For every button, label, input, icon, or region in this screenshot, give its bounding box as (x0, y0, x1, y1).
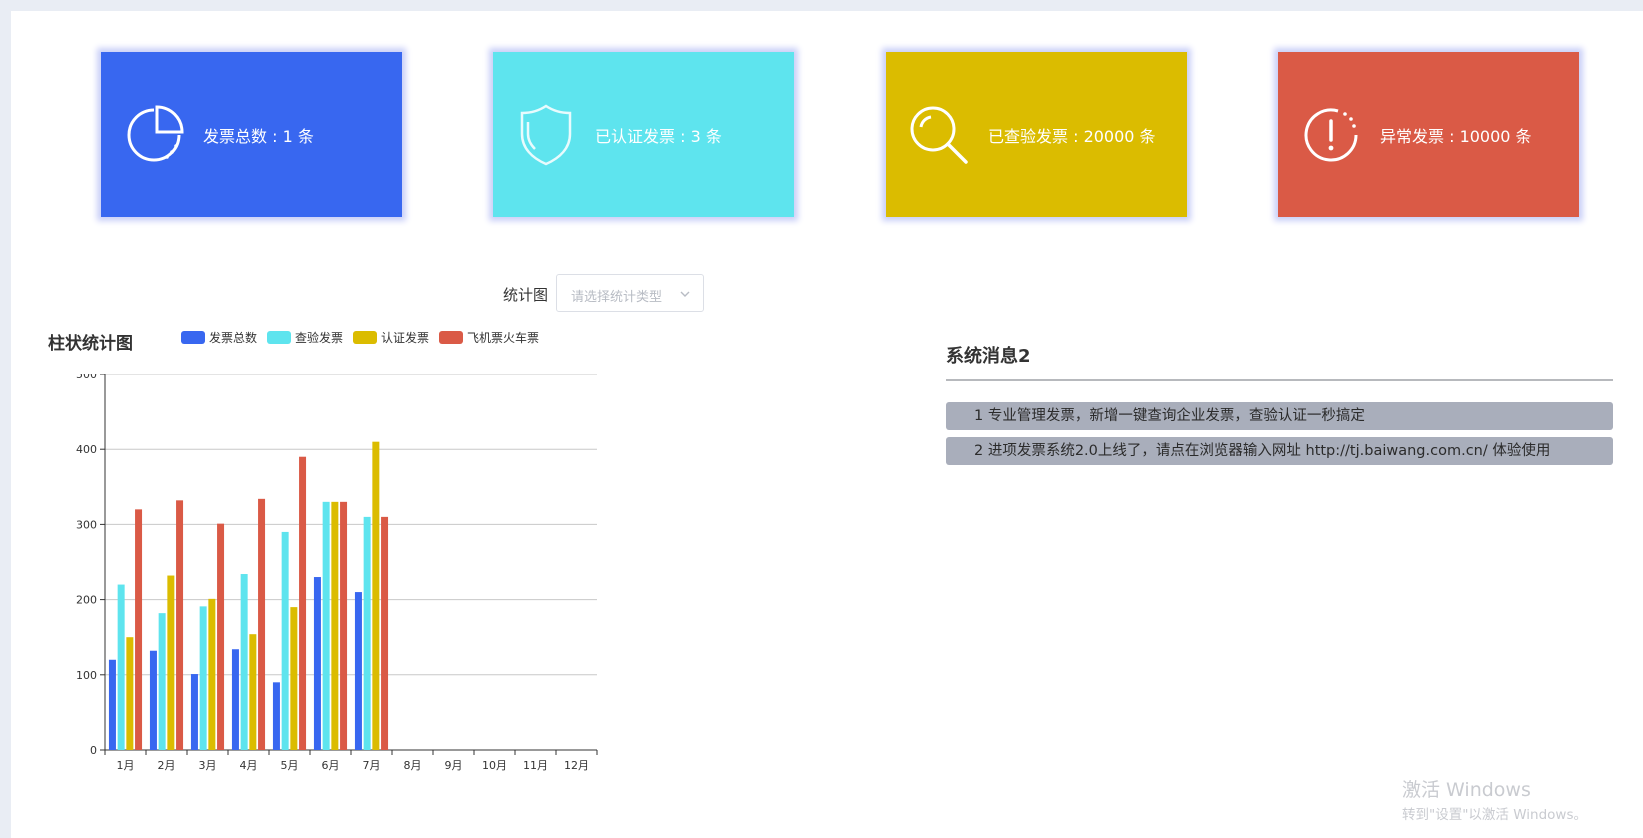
y-tick-label: 400 (76, 443, 97, 456)
y-tick-label: 500 (76, 374, 97, 381)
bar (126, 637, 134, 750)
y-tick-label: 300 (76, 518, 97, 531)
x-tick-label: 5月 (281, 759, 299, 772)
certified-invoices-text: 已认证发票 : 3 条 (595, 126, 722, 146)
checked-invoices-text: 已查验发票 : 20000 条 (988, 126, 1156, 146)
activation-watermark-title: 激活 Windows (1402, 779, 1531, 801)
bar (313, 577, 321, 750)
messages-divider (946, 379, 1613, 381)
bar (340, 501, 348, 750)
message-item[interactable]: 1 专业管理发票，新增一键查询企业发票，查验认证一秒搞定 (946, 402, 1613, 430)
y-tick-label: 0 (90, 744, 97, 757)
y-tick-label: 100 (76, 669, 97, 682)
bar (231, 649, 239, 750)
x-tick-label: 9月 (445, 759, 463, 772)
bar (354, 592, 362, 750)
bar (199, 606, 207, 750)
legend-label-total: 发票总数 (209, 331, 258, 345)
bar (258, 498, 266, 750)
bar (331, 501, 339, 750)
legend-item-checked[interactable]: 查验发票 (267, 329, 343, 346)
legend-swatch-certified (353, 331, 378, 344)
bar (167, 575, 175, 750)
bar (290, 607, 298, 750)
bar (249, 634, 257, 750)
bar (190, 674, 198, 750)
bar (281, 531, 289, 750)
x-tick-label: 10月 (482, 759, 507, 772)
bar (208, 598, 216, 750)
search-icon (910, 106, 968, 164)
bar (240, 574, 248, 750)
bar (158, 613, 166, 750)
shield-icon (520, 103, 572, 165)
bar (149, 650, 157, 750)
abnormal-invoices-text: 异常发票 : 10000 条 (1380, 126, 1532, 146)
chart-legend: 发票总数 查验发票 认证发票 飞机票火车票 (181, 329, 539, 346)
x-tick-label: 3月 (199, 759, 217, 772)
x-tick-label: 8月 (404, 759, 422, 772)
bar (117, 584, 125, 750)
x-tick-label: 7月 (363, 759, 381, 772)
bar (272, 682, 280, 750)
bar (176, 500, 184, 750)
messages-title: 系统消息2 (946, 346, 1031, 367)
x-tick-label: 4月 (240, 759, 258, 772)
chart-type-select[interactable]: 请选择统计类型 (556, 274, 704, 312)
bar (108, 659, 116, 750)
legend-swatch-tickets (439, 331, 464, 344)
x-tick-label: 6月 (322, 759, 340, 772)
y-tick-label: 200 (76, 594, 97, 607)
bar (372, 441, 380, 750)
certified-invoices-card[interactable]: 已认证发票 : 3 条 (493, 52, 794, 217)
bar (135, 509, 143, 750)
total-invoices-card[interactable]: 发票总数 : 1 条 (101, 52, 402, 217)
legend-swatch-total (181, 331, 205, 344)
alert-circle-icon (1304, 108, 1358, 161)
chart-type-label: 统计图 (503, 286, 549, 304)
bar (322, 501, 330, 750)
legend-item-tickets[interactable]: 飞机票火车票 (439, 329, 539, 346)
x-tick-label: 11月 (523, 759, 548, 772)
x-tick-label: 1月 (117, 759, 135, 772)
pie-chart-icon (127, 104, 184, 161)
legend-swatch-checked (267, 331, 292, 344)
legend-label-certified: 认证发票 (381, 331, 430, 345)
chevron-down-icon (680, 291, 690, 297)
total-invoices-text: 发票总数 : 1 条 (203, 126, 314, 146)
legend-item-certified[interactable]: 认证发票 (353, 329, 429, 346)
bar (381, 516, 389, 750)
legend-label-tickets: 飞机票火车票 (467, 331, 540, 345)
x-tick-label: 12月 (564, 759, 589, 772)
message-item[interactable]: 2 进项发票系统2.0上线了，请点在浏览器输入网址 http://tj.baiw… (946, 437, 1613, 465)
x-tick-label: 2月 (158, 759, 176, 772)
checked-invoices-card[interactable]: 已查验发票 : 20000 条 (886, 52, 1187, 217)
bar (299, 456, 307, 750)
chart-type-placeholder: 请选择统计类型 (571, 290, 663, 305)
legend-label-checked: 查验发票 (295, 331, 344, 345)
chart-title: 柱状统计图 (48, 334, 133, 354)
bar (363, 516, 371, 750)
bar-chart: 0 100 200 300 400 500 1月 2月 3月 4月 5月 6月 7月 8月 9月 10月 11月… (76, 374, 598, 772)
bar (217, 523, 225, 750)
abnormal-invoices-card[interactable]: 异常发票 : 10000 条 (1278, 52, 1579, 217)
activation-watermark-subtitle: 转到"设置"以激活 Windows。 (1402, 807, 1587, 823)
legend-item-total[interactable]: 发票总数 (181, 329, 257, 346)
